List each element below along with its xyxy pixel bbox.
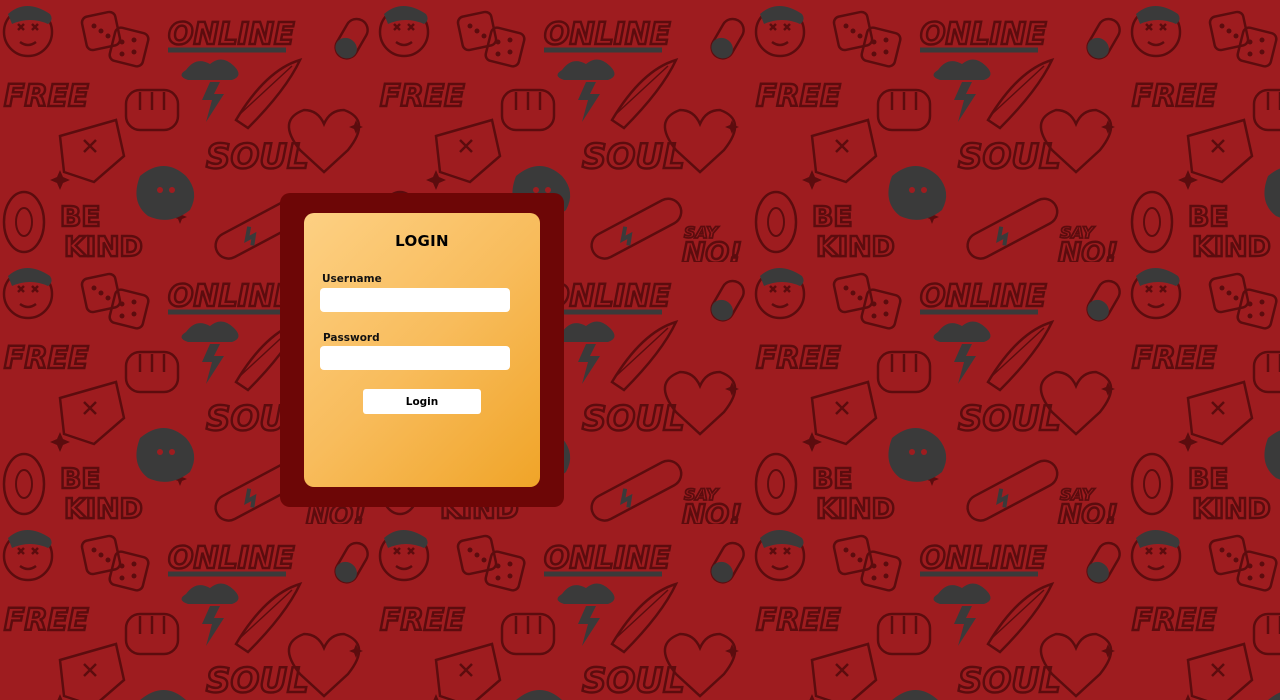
login-frame: LOGIN Username Password Login [280,193,564,507]
username-label: Username [322,273,382,285]
doodle-background: ONLINE FREE [0,0,1280,700]
username-input[interactable] [320,288,510,312]
password-label: Password [323,332,380,344]
login-card: LOGIN Username Password Login [304,213,540,487]
login-button[interactable]: Login [363,389,481,414]
login-title: LOGIN [395,232,449,250]
password-input[interactable] [320,346,510,370]
